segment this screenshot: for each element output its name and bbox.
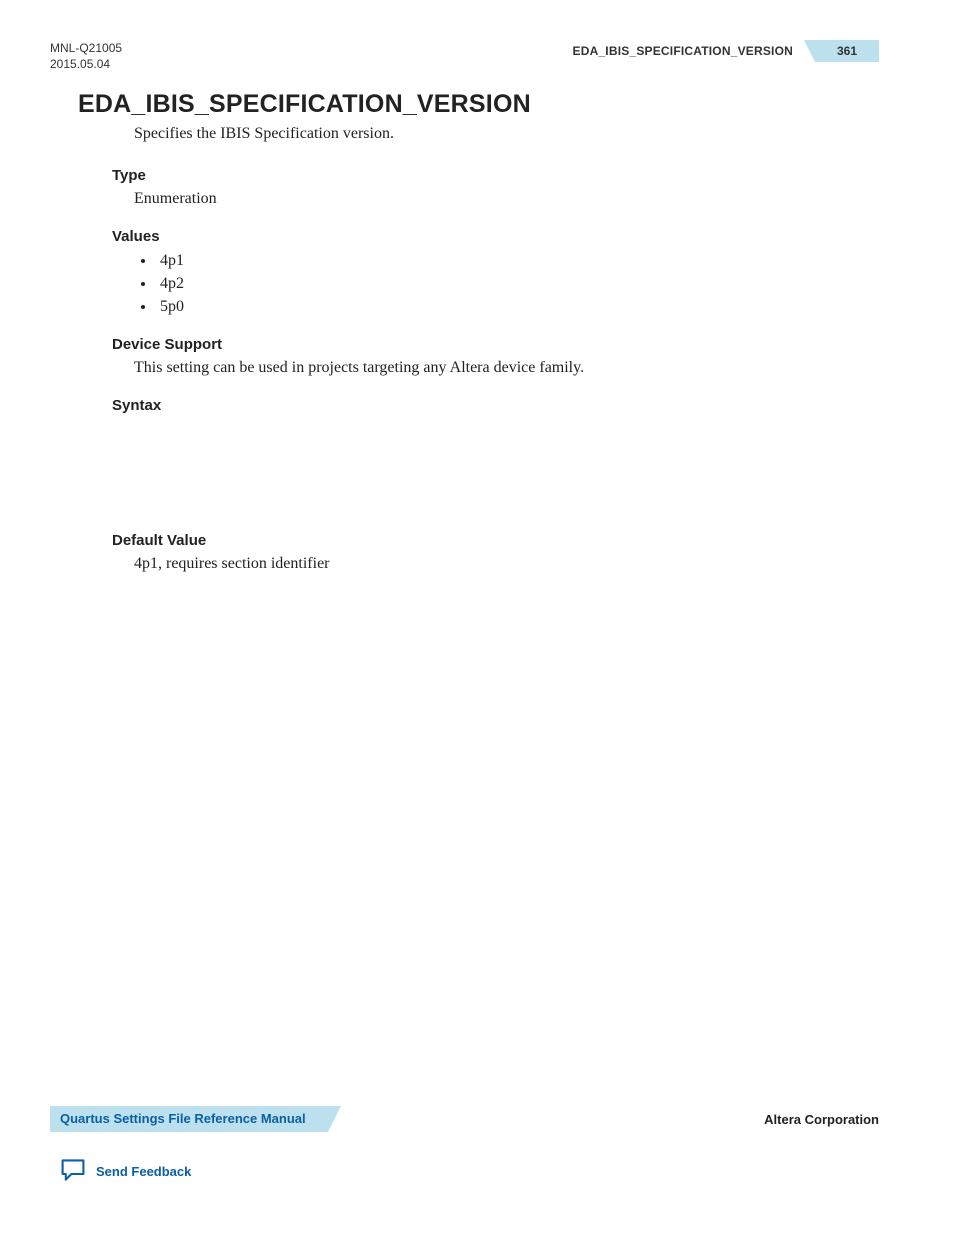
list-item: 5p0 (156, 295, 879, 318)
company-name: Altera Corporation (764, 1112, 879, 1127)
section-body-type: Enumeration (134, 188, 879, 210)
section-head-syntax: Syntax (112, 397, 879, 414)
page-number-badge: 361 (815, 40, 879, 62)
send-feedback-link[interactable]: Send Feedback (60, 1158, 879, 1185)
header-left: MNL-Q21005 2015.05.04 (50, 40, 122, 72)
section-body-device-support: This setting can be used in projects tar… (134, 357, 879, 379)
section-head-device-support: Device Support (112, 336, 879, 353)
section-head-values: Values (112, 228, 879, 245)
doc-date: 2015.05.04 (50, 56, 122, 72)
section-head-type: Type (112, 167, 879, 184)
speech-bubble-icon (60, 1158, 86, 1185)
intro-text: Specifies the IBIS Specification version… (134, 123, 879, 145)
footer-bar: Quartus Settings File Reference Manual A… (50, 1106, 879, 1132)
manual-name-link[interactable]: Quartus Settings File Reference Manual (50, 1106, 328, 1132)
header-right: EDA_IBIS_SPECIFICATION_VERSION 361 (573, 40, 880, 62)
content: EDA_IBIS_SPECIFICATION_VERSION Specifies… (78, 90, 879, 574)
page-title: EDA_IBIS_SPECIFICATION_VERSION (78, 90, 879, 119)
page: MNL-Q21005 2015.05.04 EDA_IBIS_SPECIFICA… (0, 0, 954, 1235)
syntax-body-empty (78, 418, 879, 518)
list-item: 4p2 (156, 272, 879, 295)
send-feedback-label: Send Feedback (96, 1164, 191, 1179)
values-list: 4p1 4p2 5p0 (156, 249, 879, 319)
doc-id: MNL-Q21005 (50, 40, 122, 56)
section-head-default-value: Default Value (112, 532, 879, 549)
page-footer: Quartus Settings File Reference Manual A… (50, 1106, 879, 1185)
list-item: 4p1 (156, 249, 879, 272)
page-header: MNL-Q21005 2015.05.04 EDA_IBIS_SPECIFICA… (50, 40, 879, 72)
section-body-default-value: 4p1, requires section identifier (134, 553, 879, 575)
header-section-name: EDA_IBIS_SPECIFICATION_VERSION (573, 44, 794, 58)
